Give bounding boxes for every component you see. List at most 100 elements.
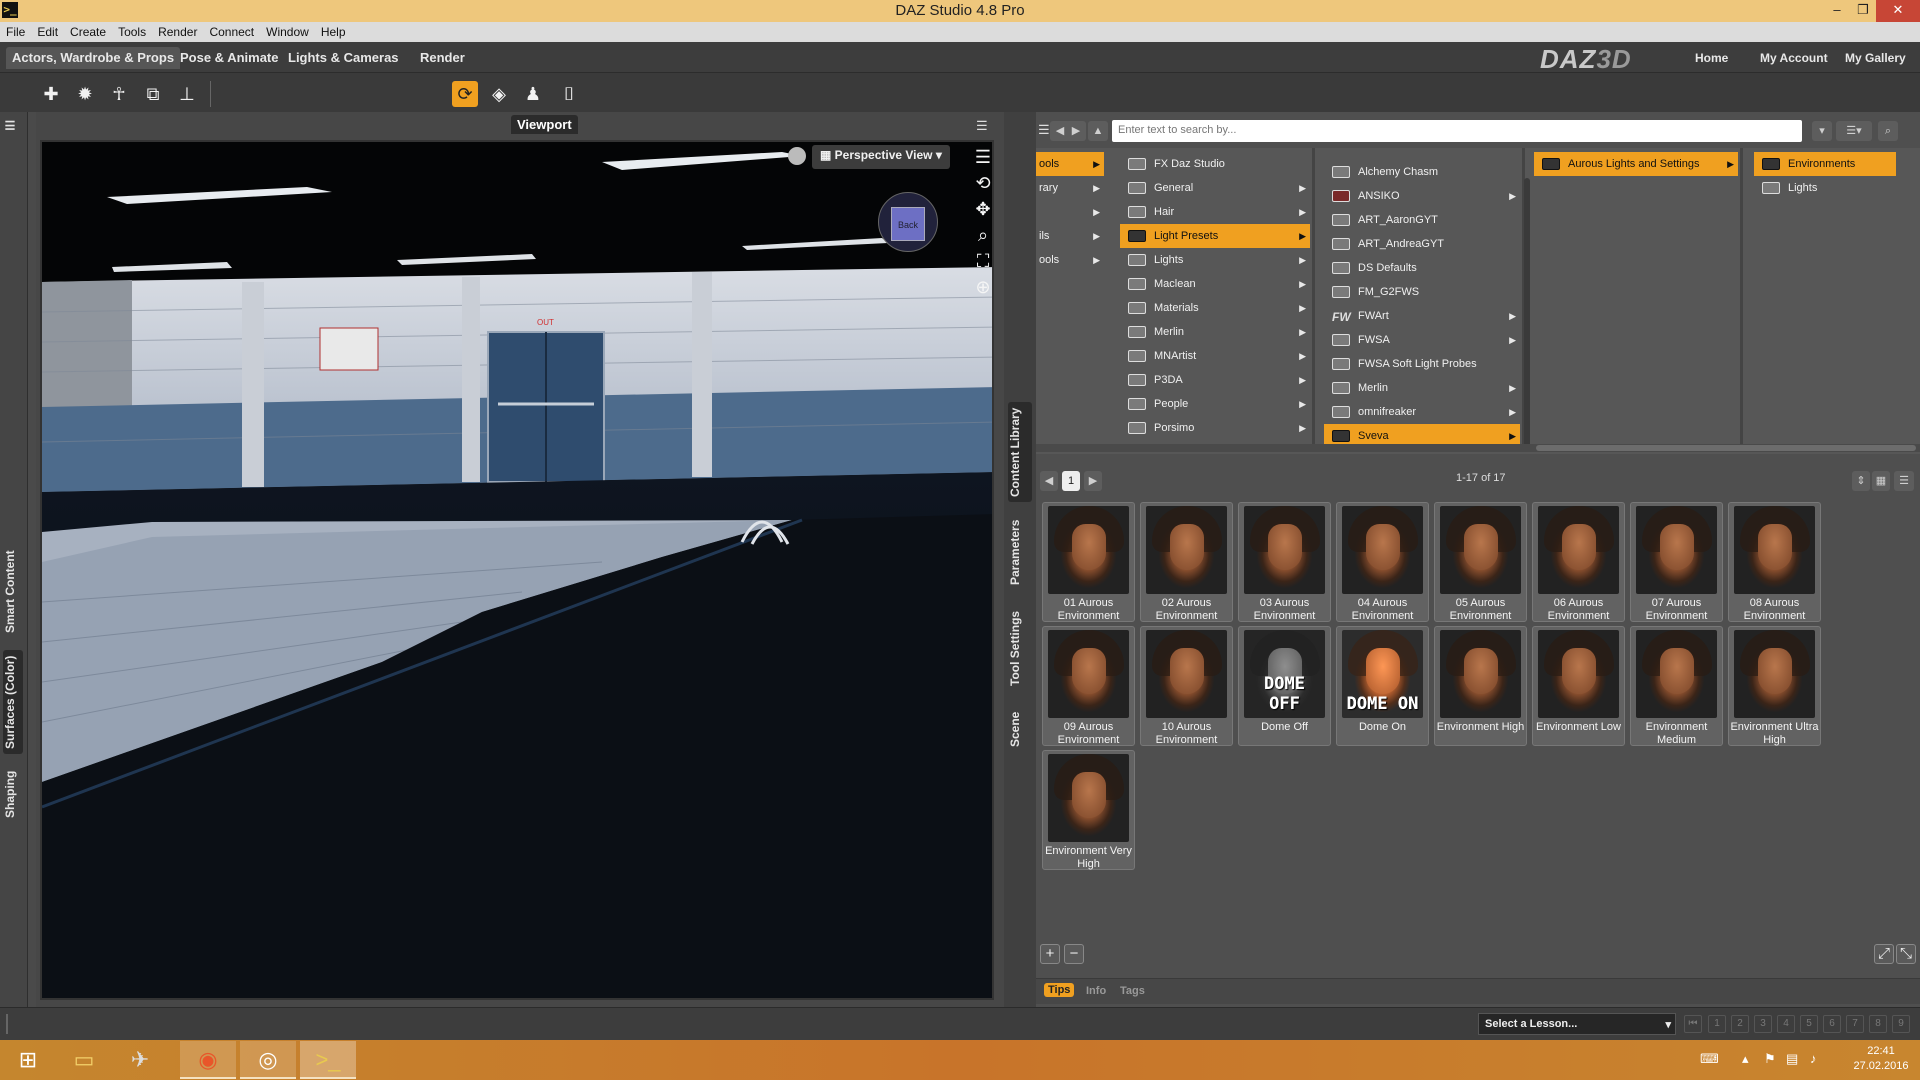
- category-item[interactable]: rary ▶: [1036, 176, 1104, 200]
- asset-thumbnail[interactable]: 04 Aurous Environment: [1336, 502, 1429, 622]
- lesson-prev-icon[interactable]: ⏮: [1684, 1015, 1702, 1033]
- tab-tool-settings[interactable]: Tool Settings: [1008, 600, 1032, 696]
- tab-scene[interactable]: Scene: [1008, 704, 1032, 754]
- remove-button[interactable]: −: [1064, 944, 1084, 964]
- lesson-step-button[interactable]: 8: [1869, 1015, 1887, 1033]
- view-mode-icon[interactable]: ☰▾: [1836, 121, 1872, 141]
- folder-item[interactable]: ART_AaronGYT: [1324, 208, 1520, 232]
- forward-button[interactable]: ▶: [1066, 121, 1086, 141]
- viewport-options-icon[interactable]: ☰: [972, 146, 992, 168]
- lesson-step-button[interactable]: 7: [1846, 1015, 1864, 1033]
- folder-item[interactable]: People ▶: [1120, 392, 1310, 416]
- zoom-icon[interactable]: ⌕: [972, 224, 992, 246]
- lesson-select[interactable]: Select a Lesson... ▾: [1478, 1013, 1676, 1035]
- folder-item[interactable]: Light Presets ▶: [1120, 224, 1310, 248]
- active-pose-icon[interactable]: ♟: [520, 81, 546, 107]
- column-scrollbar[interactable]: [1524, 178, 1530, 448]
- folder-item[interactable]: ANSIKO ▶: [1324, 184, 1520, 208]
- my-account-link[interactable]: My Account: [1760, 51, 1828, 65]
- viewport-tab[interactable]: Viewport: [511, 115, 578, 134]
- minimize-button[interactable]: –: [1824, 0, 1850, 22]
- folder-item[interactable]: Aurous Lights and Settings ▶: [1534, 152, 1738, 176]
- page-number[interactable]: 1: [1062, 471, 1080, 491]
- column-divider[interactable]: [1740, 148, 1743, 448]
- menu-edit[interactable]: Edit: [37, 25, 58, 39]
- new-prop-icon[interactable]: ✚: [38, 81, 64, 107]
- asset-thumbnail[interactable]: Environment High: [1434, 626, 1527, 746]
- viewport-menu-icon[interactable]: ☰: [976, 118, 988, 134]
- collapse-icon[interactable]: ⤡: [1896, 944, 1916, 964]
- expand-icon[interactable]: ⤢: [1874, 944, 1894, 964]
- asset-thumbnail[interactable]: Environment Very High: [1042, 750, 1135, 870]
- viewport-3d-scene[interactable]: OUT Back ▦ Perspective View ▾ ☰ ⟲ ✥ ⌕ ⛶ …: [40, 140, 994, 1000]
- asset-thumbnail[interactable]: 10 Aurous Environment: [1140, 626, 1233, 746]
- tab-pose-animate[interactable]: Pose & Animate: [174, 47, 285, 69]
- tab-lights-cameras[interactable]: Lights & Cameras: [282, 47, 405, 69]
- folder-item[interactable]: Maclean ▶: [1120, 272, 1310, 296]
- add-button[interactable]: +: [1040, 944, 1060, 964]
- clock[interactable]: 22:41 27.02.2016: [1846, 1044, 1916, 1074]
- viewer-app-icon[interactable]: ◎: [240, 1041, 296, 1079]
- tab-actors-wardrobe-props[interactable]: Actors, Wardrobe & Props: [6, 47, 181, 69]
- folder-item[interactable]: ART_AndreaGYT: [1324, 232, 1520, 256]
- folder-item[interactable]: FX Daz Studio: [1120, 152, 1310, 176]
- new-light-icon[interactable]: ✹: [72, 81, 98, 107]
- horizontal-scrollbar-thumb[interactable]: [1536, 445, 1916, 451]
- folder-item[interactable]: DS Defaults: [1324, 256, 1520, 280]
- firefox-icon[interactable]: ◉: [180, 1041, 236, 1079]
- asset-thumbnail[interactable]: 08 Aurous Environment: [1728, 502, 1821, 622]
- close-button[interactable]: ✕: [1876, 0, 1920, 22]
- lesson-step-button[interactable]: 2: [1731, 1015, 1749, 1033]
- asset-thumbnail[interactable]: 01 Aurous Environment: [1042, 502, 1135, 622]
- menu-connect[interactable]: Connect: [209, 25, 254, 39]
- lesson-step-button[interactable]: 3: [1754, 1015, 1772, 1033]
- column-divider[interactable]: [1312, 148, 1315, 448]
- pane-menu-icon[interactable]: ☰: [1038, 122, 1050, 138]
- folder-item[interactable]: Alchemy Chasm: [1324, 160, 1520, 184]
- menu-create[interactable]: Create: [70, 25, 106, 39]
- folder-item[interactable]: General ▶: [1120, 176, 1310, 200]
- menu-help[interactable]: Help: [321, 25, 346, 39]
- universal-tool-icon[interactable]: ⟳: [452, 81, 478, 107]
- render-camera-icon[interactable]: ⌷: [556, 81, 582, 107]
- list-view-icon[interactable]: ☰: [1894, 471, 1914, 491]
- category-item[interactable]: ools ▶: [1036, 152, 1104, 176]
- lesson-step-button[interactable]: 6: [1823, 1015, 1841, 1033]
- folder-item[interactable]: Merlin ▶: [1120, 320, 1310, 344]
- start-windows-icon[interactable]: ⊞: [0, 1041, 56, 1079]
- new-figure-icon[interactable]: ☥: [106, 81, 132, 107]
- horizontal-scrollbar[interactable]: [1036, 444, 1920, 452]
- tab-parameters[interactable]: Parameters: [1008, 512, 1032, 592]
- previous-page-button[interactable]: ◀: [1040, 471, 1058, 491]
- tab-tags[interactable]: Tags: [1120, 985, 1145, 997]
- folder-item[interactable]: omnifreaker ▶: [1324, 400, 1520, 424]
- my-gallery-link[interactable]: My Gallery: [1845, 51, 1906, 65]
- folder-item[interactable]: FW FWArt ▶: [1324, 304, 1520, 328]
- folder-item[interactable]: MNArtist ▶: [1120, 344, 1310, 368]
- folder-item[interactable]: Lights ▶: [1120, 248, 1310, 272]
- draw-style-icon[interactable]: [788, 147, 806, 165]
- tab-smart-content[interactable]: Smart Content: [3, 542, 23, 642]
- frame-icon[interactable]: ⛶: [972, 250, 992, 272]
- search-input[interactable]: Enter text to search by...: [1112, 120, 1802, 142]
- asset-thumbnail[interactable]: 06 Aurous Environment: [1532, 502, 1625, 622]
- asset-thumbnail[interactable]: 02 Aurous Environment: [1140, 502, 1233, 622]
- asset-thumbnail[interactable]: DOME OFF Dome Off: [1238, 626, 1331, 746]
- network-icon[interactable]: ▤: [1786, 1051, 1798, 1067]
- pan-icon[interactable]: ✥: [972, 198, 992, 220]
- folder-item[interactable]: Hair ▶: [1120, 200, 1310, 224]
- browser-app-icon[interactable]: ✈: [112, 1041, 168, 1079]
- menu-tools[interactable]: Tools: [118, 25, 146, 39]
- folder-item[interactable]: Lights: [1754, 176, 1896, 200]
- asset-thumbnail[interactable]: 05 Aurous Environment: [1434, 502, 1527, 622]
- maximize-button[interactable]: ❐: [1850, 0, 1876, 22]
- asset-thumbnail[interactable]: Environment Low: [1532, 626, 1625, 746]
- keyboard-icon[interactable]: ⌨: [1700, 1051, 1719, 1067]
- left-pane-menu-icon[interactable]: ☰: [3, 118, 23, 132]
- menu-file[interactable]: File: [6, 25, 25, 39]
- lesson-step-button[interactable]: 1: [1708, 1015, 1726, 1033]
- orbit-icon[interactable]: ⟲: [972, 172, 992, 194]
- reset-camera-icon[interactable]: ⊕: [972, 276, 992, 298]
- daz-studio-taskbar-icon[interactable]: >_: [300, 1041, 356, 1079]
- perspective-view-selector[interactable]: ▦ Perspective View ▾: [812, 145, 950, 169]
